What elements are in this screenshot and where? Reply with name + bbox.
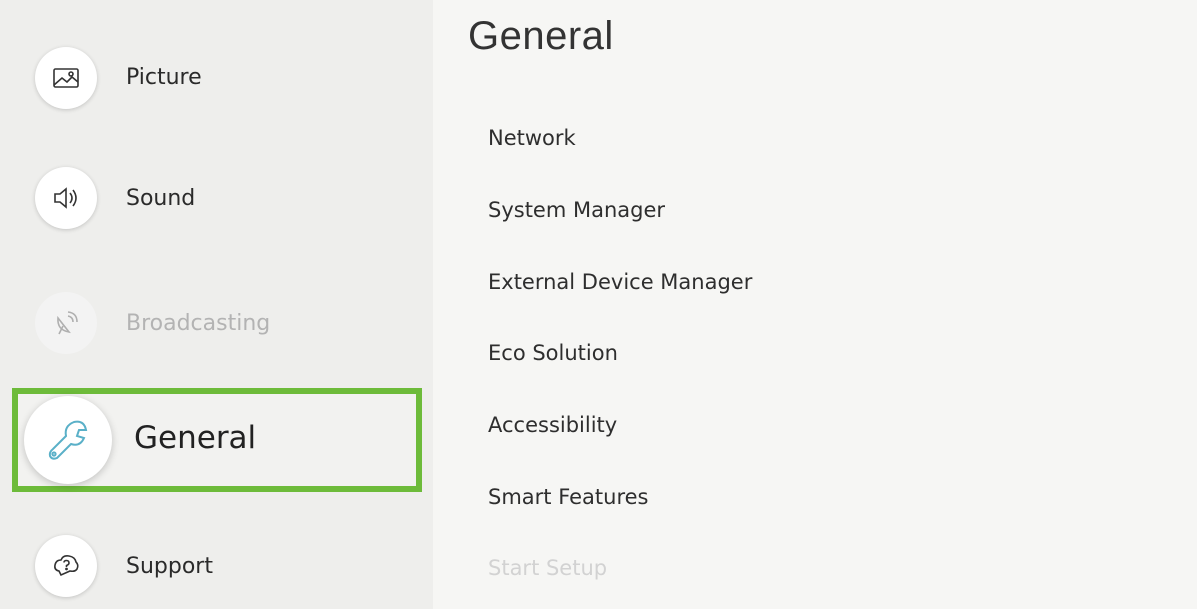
sidebar-item-label: Support — [126, 554, 213, 579]
menu-item-smart-features[interactable]: Smart Features — [488, 485, 649, 509]
menu-item-accessibility[interactable]: Accessibility — [488, 413, 617, 437]
sidebar-item-picture[interactable]: Picture — [0, 38, 433, 118]
sidebar-item-label: Picture — [126, 65, 202, 90]
menu-item-system-manager[interactable]: System Manager — [488, 198, 665, 222]
picture-icon — [35, 47, 97, 109]
sidebar-item-support[interactable]: Support — [0, 526, 433, 606]
sidebar-item-label: General — [134, 420, 257, 456]
sidebar-item-label: Sound — [126, 186, 196, 211]
page-title: General — [468, 14, 614, 58]
satellite-dish-icon — [35, 292, 97, 354]
menu-item-network[interactable]: Network — [488, 126, 576, 150]
sidebar-item-general[interactable]: General — [0, 384, 433, 496]
menu-item-start-setup[interactable]: Start Setup — [488, 556, 607, 580]
sidebar-item-label: Broadcasting — [126, 311, 271, 336]
speaker-icon — [35, 167, 97, 229]
help-bubble-icon — [35, 535, 97, 597]
menu-item-eco-solution[interactable]: Eco Solution — [488, 341, 618, 365]
settings-sidebar: Picture Sound Broadcasting General Suppo… — [0, 0, 433, 609]
menu-item-external-device-manager[interactable]: External Device Manager — [488, 270, 752, 294]
settings-content-panel — [433, 0, 1197, 609]
sidebar-item-sound[interactable]: Sound — [0, 158, 433, 238]
sidebar-item-broadcasting: Broadcasting — [0, 283, 433, 363]
wrench-icon — [24, 396, 112, 484]
